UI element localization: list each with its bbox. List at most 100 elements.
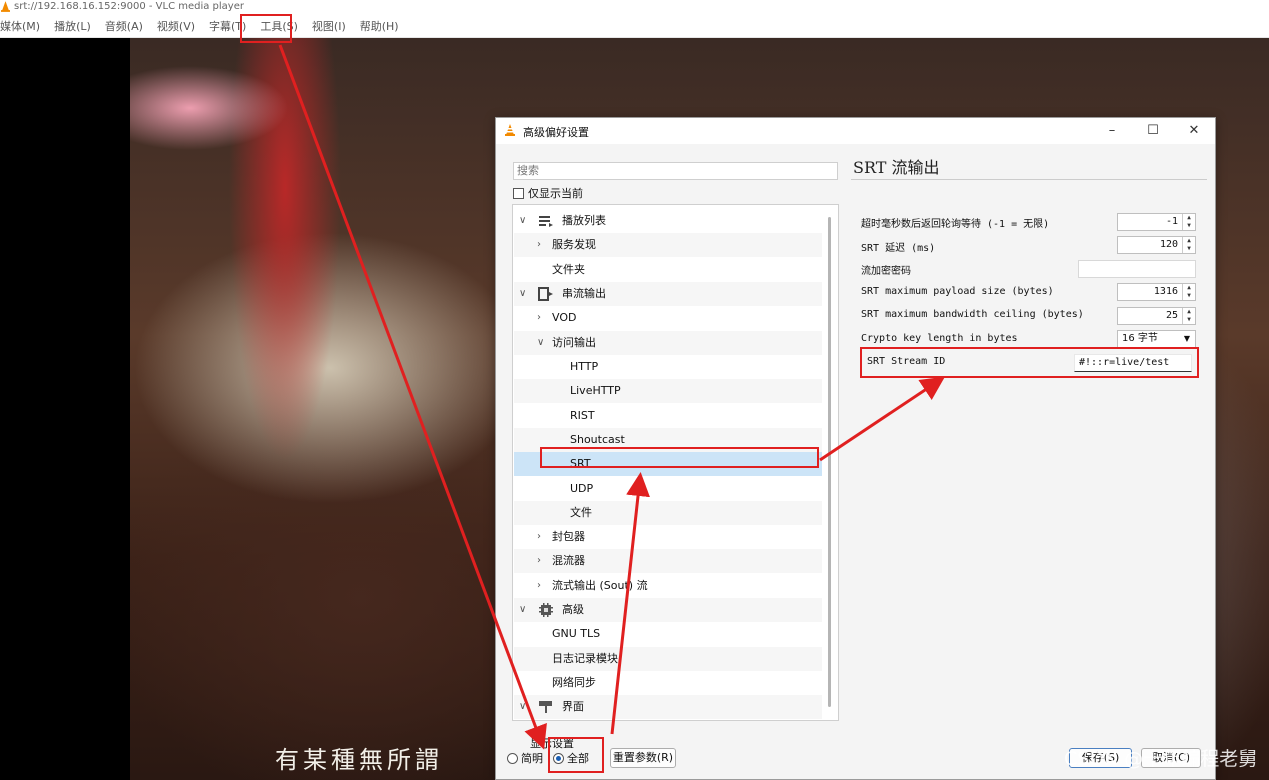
radio-icon[interactable] bbox=[507, 752, 518, 764]
expand-arrow-icon[interactable]: › bbox=[537, 574, 541, 598]
setting-label-bandwidth: SRT maximum bandwidth ceiling (bytes) bbox=[861, 309, 1084, 320]
tree-item-livehttp[interactable]: LiveHTTP bbox=[514, 379, 822, 403]
search-input[interactable]: 搜索 bbox=[513, 162, 838, 180]
vlc-cone-icon bbox=[1, 1, 10, 12]
spin-arrows-icon[interactable]: ▲ ▼ bbox=[1182, 237, 1195, 253]
tree-item-advanced[interactable]: ∨ 高级 bbox=[514, 598, 822, 622]
tree-item-label: 界面 bbox=[562, 700, 584, 713]
expand-arrow-icon[interactable]: ∨ bbox=[519, 598, 526, 622]
tree-item-label: 访问输出 bbox=[552, 336, 596, 349]
expand-arrow-icon[interactable]: ∨ bbox=[519, 695, 526, 719]
tree-item-packetizer[interactable]: › 封包器 bbox=[514, 525, 822, 549]
expand-arrow-icon[interactable]: › bbox=[537, 306, 541, 330]
only-current-label: 仅显示当前 bbox=[528, 187, 583, 200]
tree-item-interface[interactable]: ∨ 界面 bbox=[514, 695, 822, 719]
only-current-checkbox[interactable]: 仅显示当前 bbox=[513, 185, 583, 201]
tree-item-label: 文件夹 bbox=[552, 263, 585, 276]
menu-view[interactable]: 视图(I) bbox=[305, 18, 353, 34]
expand-arrow-icon[interactable]: ∨ bbox=[519, 209, 526, 233]
poll-timeout-spinbox[interactable]: -1 ▲ ▼ bbox=[1117, 213, 1196, 231]
minimize-icon[interactable]: – bbox=[1102, 121, 1122, 141]
tree-item-network-sync[interactable]: 网络同步 bbox=[514, 671, 822, 695]
tree-item-label: VOD bbox=[552, 311, 577, 324]
key-length-select[interactable]: 16 字节 ▼ bbox=[1117, 330, 1196, 348]
annotation-box-srt-item bbox=[540, 447, 819, 468]
annotation-box-stream-id bbox=[860, 347, 1199, 378]
tree-item-logging[interactable]: 日志记录模块 bbox=[514, 647, 822, 671]
menu-video[interactable]: 视频(V) bbox=[150, 18, 202, 34]
chevron-down-icon[interactable]: ▼ bbox=[1184, 331, 1190, 347]
expand-arrow-icon[interactable]: › bbox=[537, 233, 541, 257]
setting-label-latency: SRT 延迟 (ms) bbox=[861, 243, 936, 254]
dialog-title: 高级偏好设置 bbox=[523, 126, 589, 139]
tree-item-label: 文件 bbox=[570, 506, 592, 519]
tree-item-playlist[interactable]: ∨ 播放列表 bbox=[514, 209, 822, 233]
menu-audio[interactable]: 音频(A) bbox=[98, 18, 150, 34]
menu-bar: 媒体(M) 播放(L) 音频(A) 视频(V) 字幕(T) 工具(S) 视图(I… bbox=[0, 14, 1269, 38]
stream-output-icon bbox=[538, 287, 553, 301]
advanced-icon bbox=[539, 603, 553, 617]
tree-item-udp[interactable]: UDP bbox=[514, 477, 822, 501]
tree-item-sout-stream[interactable]: › 流式输出 (Sout) 流 bbox=[514, 574, 822, 598]
tree-item-label: RIST bbox=[570, 409, 595, 422]
tree-item-rist[interactable]: RIST bbox=[514, 404, 822, 428]
tree-item-label: HTTP bbox=[570, 360, 599, 373]
tree-item-http[interactable]: HTTP bbox=[514, 355, 822, 379]
expand-arrow-icon[interactable]: › bbox=[537, 525, 541, 549]
tree-item-label: 日志记录模块 bbox=[552, 652, 618, 665]
maximize-icon[interactable]: ☐ bbox=[1143, 121, 1163, 141]
reset-button[interactable]: 重置参数(R) bbox=[610, 748, 676, 768]
spin-arrows-icon[interactable]: ▲ ▼ bbox=[1182, 284, 1195, 300]
expand-arrow-icon[interactable]: › bbox=[537, 549, 541, 573]
watermark: CSDN @十年编程老舅 bbox=[1064, 748, 1258, 770]
bandwidth-spinbox[interactable]: 25 ▲ ▼ bbox=[1117, 307, 1196, 325]
annotation-box-all-radio bbox=[548, 737, 604, 773]
expand-arrow-icon[interactable]: ∨ bbox=[519, 282, 526, 306]
menu-playback[interactable]: 播放(L) bbox=[47, 18, 98, 34]
tree-item-label: LiveHTTP bbox=[570, 384, 621, 397]
scrollbar-thumb[interactable] bbox=[828, 217, 831, 707]
expand-arrow-icon[interactable]: ∨ bbox=[537, 331, 544, 355]
tree-scrollbar[interactable] bbox=[824, 209, 836, 717]
tree-item-vod[interactable]: › VOD bbox=[514, 306, 822, 330]
tree-item-service-discovery[interactable]: › 服务发现 bbox=[514, 233, 822, 257]
interface-icon bbox=[539, 701, 552, 713]
tree-item-label: UDP bbox=[570, 482, 594, 495]
menu-help[interactable]: 帮助(H) bbox=[353, 18, 406, 34]
checkbox-icon[interactable] bbox=[513, 187, 524, 199]
tree-item-file[interactable]: 文件 bbox=[514, 501, 822, 525]
latency-spinbox[interactable]: 120 ▲ ▼ bbox=[1117, 236, 1196, 254]
tree-item-label: 播放列表 bbox=[562, 214, 606, 227]
window-title: srt://192.168.16.152:9000 - VLC media pl… bbox=[14, 1, 244, 12]
panel-divider bbox=[851, 179, 1207, 180]
tree-item-label: 混流器 bbox=[552, 554, 585, 567]
dialog-title-bar: 高级偏好设置 – ☐ ✕ bbox=[496, 118, 1215, 144]
spin-arrows-icon[interactable]: ▲ ▼ bbox=[1182, 308, 1195, 324]
vlc-title-bar: srt://192.168.16.152:9000 - VLC media pl… bbox=[0, 0, 1269, 14]
panel-title: SRT 流输出 bbox=[853, 158, 940, 177]
spin-arrows-icon[interactable]: ▲ ▼ bbox=[1182, 214, 1195, 230]
video-subtitle: 有某種無所謂 bbox=[275, 746, 443, 774]
tree-item-folder[interactable]: 文件夹 bbox=[514, 258, 822, 282]
passphrase-field[interactable] bbox=[1078, 260, 1196, 278]
playlist-icon bbox=[539, 216, 553, 227]
tree-item-label: 封包器 bbox=[552, 530, 585, 543]
vlc-cone-icon bbox=[505, 124, 515, 136]
tree-item-label: 串流输出 bbox=[562, 287, 606, 300]
tree-item-muxer[interactable]: › 混流器 bbox=[514, 549, 822, 573]
setting-label-poll-timeout: 超时毫秒数后返回轮询等待 (-1 = 无限) bbox=[861, 219, 1050, 230]
simple-radio[interactable]: 简明 bbox=[507, 750, 543, 766]
tree-item-stream-output[interactable]: ∨ 串流输出 bbox=[514, 282, 822, 306]
setting-label-payload-size: SRT maximum payload size (bytes) bbox=[861, 286, 1054, 297]
tree-item-label: 服务发现 bbox=[552, 238, 596, 251]
menu-media[interactable]: 媒体(M) bbox=[0, 18, 47, 34]
setting-label-key-length: Crypto key length in bytes bbox=[861, 333, 1018, 344]
tree-item-access-output[interactable]: ∨ 访问输出 bbox=[514, 331, 822, 355]
close-icon[interactable]: ✕ bbox=[1184, 121, 1204, 141]
tree-item-label: 高级 bbox=[562, 603, 584, 616]
tree-item-gnu-tls[interactable]: GNU TLS bbox=[514, 622, 822, 646]
annotation-box-tools-menu bbox=[240, 14, 292, 43]
setting-label-passphrase: 流加密密码 bbox=[861, 266, 911, 277]
tree-item-label: 网络同步 bbox=[552, 676, 596, 689]
payload-size-spinbox[interactable]: 1316 ▲ ▼ bbox=[1117, 283, 1196, 301]
